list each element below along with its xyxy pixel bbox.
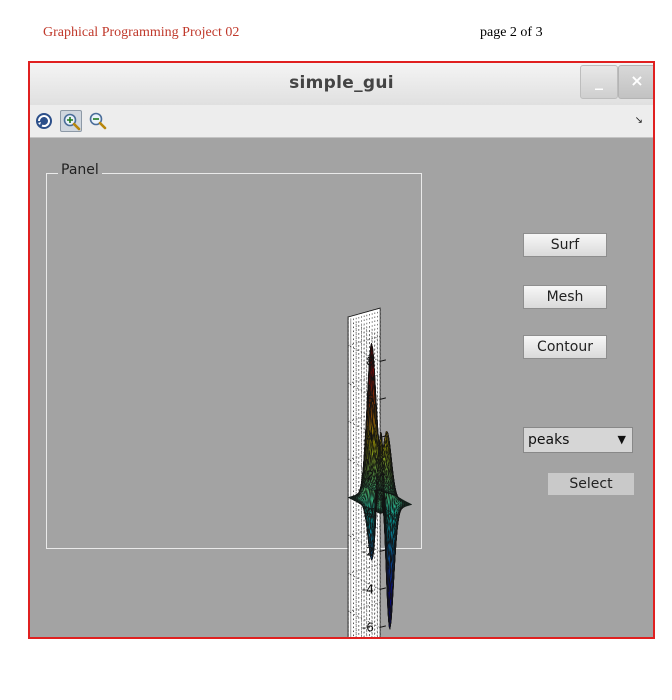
document-header-title: Graphical Programming Project 02 xyxy=(43,25,240,40)
rotate-3d-button[interactable] xyxy=(33,110,55,132)
z-tick-label: 8 xyxy=(366,354,374,368)
mesh-button[interactable]: Mesh xyxy=(523,285,607,309)
close-button[interactable]: × xyxy=(618,65,653,99)
z-tick-label: 6 xyxy=(366,392,374,406)
contour-button[interactable]: Contour xyxy=(523,335,607,359)
z-tick-label: -4 xyxy=(362,582,374,596)
surface-plot[interactable]: 8 6 4 2 0 -2 -4 -6 xyxy=(30,137,653,639)
rotate-3d-icon xyxy=(36,113,52,129)
dock-arrow-icon[interactable]: ↘ xyxy=(635,115,643,126)
zoom-out-icon xyxy=(89,112,107,130)
z-tick-label: 4 xyxy=(366,430,374,444)
z-tick-label: 0 xyxy=(366,506,374,520)
figure-toolbar: ↘ xyxy=(30,105,653,138)
select-label: Select xyxy=(548,473,634,495)
chevron-down-icon: ▼ xyxy=(617,433,626,446)
zoom-in-icon xyxy=(63,113,81,131)
z-tick-label: -6 xyxy=(362,620,374,634)
window-titlebar[interactable]: simple_gui _ × xyxy=(30,63,653,106)
popup-selected-value: peaks xyxy=(528,432,570,448)
zoom-out-button[interactable] xyxy=(87,110,109,132)
zoom-in-button[interactable] xyxy=(60,110,82,132)
surf-button[interactable]: Surf xyxy=(523,233,607,257)
z-tick-label: -2 xyxy=(362,544,374,558)
z-tick-label: 2 xyxy=(366,468,374,482)
function-popup-menu[interactable]: peaks ▼ xyxy=(523,427,633,453)
minimize-button[interactable]: _ xyxy=(580,65,618,99)
page-number: page 2 of 3 xyxy=(480,25,543,40)
window-title: simple_gui xyxy=(289,73,394,93)
gui-window: simple_gui _ × ↘ Panel 8 6 4 2 0 -2 -4 -… xyxy=(28,61,655,639)
